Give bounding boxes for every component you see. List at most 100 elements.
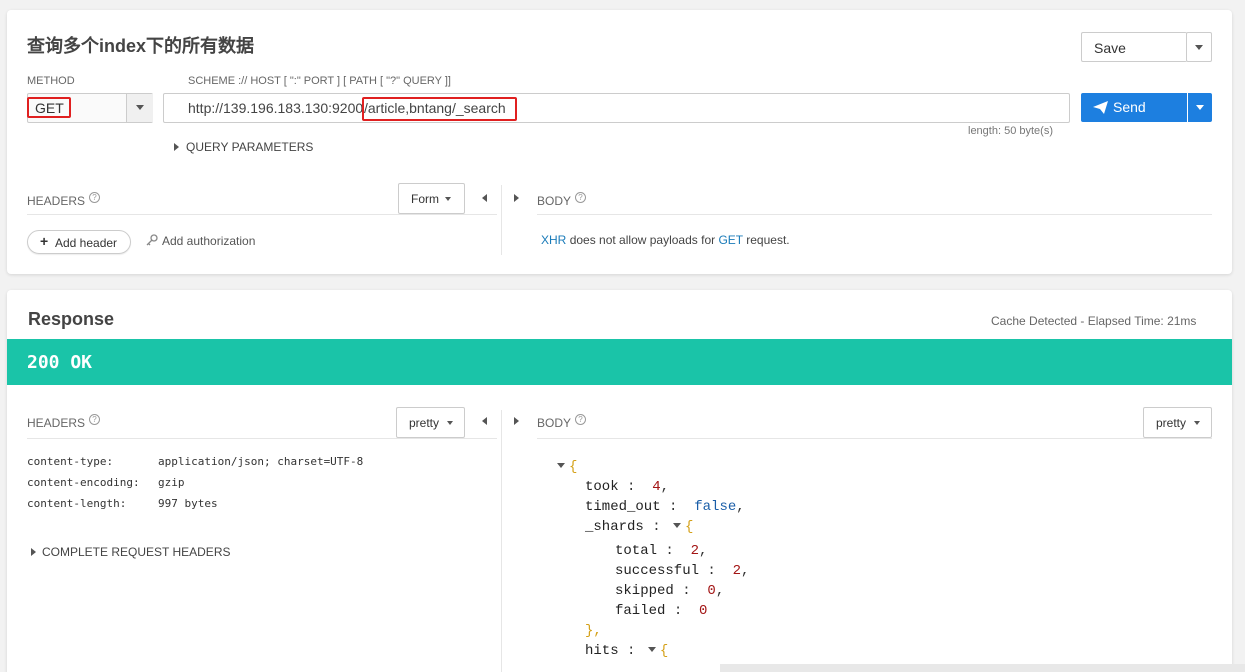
headers-divider — [27, 438, 497, 439]
json-key: successful — [615, 563, 700, 579]
query-parameters-toggle[interactable]: QUERY PARAMETERS — [174, 140, 313, 154]
body-message: XHR does not allow payloads for GET requ… — [541, 233, 790, 247]
method-label: METHOD — [27, 75, 75, 87]
json-line: _shards : { — [585, 519, 694, 535]
body-label-text: BODY — [537, 416, 572, 430]
get-link[interactable]: GET — [718, 233, 742, 247]
response-headers-list: content-type: application/json; charset=U… — [27, 455, 363, 518]
method-select[interactable]: GET — [27, 93, 153, 123]
body-label-text: BODY — [537, 194, 572, 208]
json-line: timed_out : false, — [585, 499, 745, 515]
add-header-label: Add header — [55, 236, 118, 250]
status-text: 200 OK — [27, 352, 93, 373]
send-label: Send — [1113, 99, 1146, 115]
body-message-middle: does not allow payloads for — [569, 233, 716, 247]
scheme-label: SCHEME :// HOST [ ":" PORT ] [ PATH [ "?… — [188, 75, 451, 87]
save-label: Save — [1094, 40, 1126, 56]
header-key: content-type: — [27, 455, 114, 468]
json-value: 4 — [652, 479, 661, 495]
collapse-right-icon[interactable] — [514, 194, 519, 202]
json-brace: { — [659, 643, 669, 659]
request-headers-label: HEADERS? — [27, 192, 101, 208]
collapse-toggle-icon[interactable] — [673, 523, 682, 528]
help-icon: ? — [575, 192, 587, 203]
request-panel: 查询多个index下的所有数据 Save METHOD SCHEME :// H… — [7, 10, 1232, 274]
json-line: total : 2, — [615, 543, 708, 559]
complete-headers-label: COMPLETE REQUEST HEADERS — [42, 545, 231, 559]
json-key: hits — [585, 643, 619, 659]
json-key: skipped — [615, 583, 674, 599]
header-row: content-encoding: gzip — [27, 476, 363, 497]
json-line: skipped : 0, — [615, 583, 725, 599]
panel-vertical-divider — [501, 410, 502, 672]
headers-pretty-select[interactable]: pretty — [396, 407, 465, 438]
headers-form-select[interactable]: Form — [398, 183, 465, 214]
send-button[interactable]: Send — [1081, 93, 1187, 122]
save-dropdown-button[interactable] — [1186, 32, 1212, 62]
json-viewer: { took : 4, timed_out : false, _shards :… — [557, 457, 1207, 661]
collapse-right-icon[interactable] — [514, 417, 519, 425]
expand-icon — [174, 143, 179, 151]
body-divider — [537, 214, 1212, 215]
status-bar: 200 OK — [7, 339, 1232, 385]
url-input[interactable]: http://139.196.183.130:9200 /article,bnt… — [163, 93, 1070, 123]
collapse-left-icon[interactable] — [482, 194, 487, 202]
body-pretty-select[interactable]: pretty — [1143, 407, 1212, 438]
json-line: took : 4, — [585, 479, 670, 495]
xhr-link[interactable]: XHR — [541, 233, 566, 247]
header-key: content-length: — [27, 497, 127, 510]
header-value: 997 bytes — [158, 497, 218, 510]
collapse-left-icon[interactable] — [482, 417, 487, 425]
pretty-label: pretty — [409, 416, 440, 430]
json-brace: { — [569, 459, 578, 475]
complete-request-headers-toggle[interactable]: COMPLETE REQUEST HEADERS — [31, 545, 230, 559]
method-caret-area — [126, 94, 153, 122]
json-line: successful : 2, — [615, 563, 750, 579]
collapse-toggle-icon[interactable] — [647, 647, 656, 652]
json-key: took — [585, 479, 619, 495]
save-button[interactable]: Save — [1081, 32, 1187, 62]
request-title: 查询多个index下的所有数据 — [27, 36, 255, 56]
json-key: timed_out — [585, 499, 661, 515]
expand-icon — [31, 548, 36, 556]
response-headers-label: HEADERS? — [27, 414, 101, 430]
add-authorization-link[interactable]: Add authorization — [146, 234, 255, 248]
header-key: content-encoding: — [27, 476, 140, 489]
json-key: failed — [615, 603, 666, 619]
response-panel: Response Cache Detected - Elapsed Time: … — [7, 290, 1232, 672]
help-icon: ? — [575, 414, 587, 425]
help-icon: ? — [89, 414, 101, 425]
chevron-down-icon — [1194, 421, 1200, 425]
response-body-label: BODY? — [537, 414, 587, 430]
url-length: length: 50 byte(s) — [968, 125, 1053, 137]
horizontal-scrollbar[interactable] — [720, 664, 1245, 672]
chevron-down-icon — [447, 421, 453, 425]
json-value: 0 — [707, 583, 716, 599]
chevron-down-icon — [136, 105, 144, 110]
json-line: }, — [557, 621, 1207, 641]
json-brace: { — [685, 519, 694, 535]
add-authorization-label: Add authorization — [162, 234, 256, 248]
body-message-end: request. — [746, 233, 790, 247]
header-row: content-length: 997 bytes — [27, 497, 363, 518]
panel-vertical-divider — [501, 185, 502, 255]
help-icon: ? — [89, 192, 101, 203]
json-key: total — [615, 543, 658, 559]
json-value: 0 — [699, 603, 708, 619]
request-body-label: BODY? — [537, 192, 587, 208]
collapse-toggle-icon[interactable] — [557, 463, 565, 468]
header-value: application/json; charset=UTF-8 — [158, 455, 364, 468]
plus-icon: + — [40, 233, 49, 249]
json-line: failed : 0 — [615, 603, 708, 619]
url-path: /article,bntang/_search — [364, 100, 506, 116]
json-key: _shards — [585, 519, 644, 535]
json-value: 2 — [690, 543, 700, 559]
json-brace: }, — [585, 623, 602, 639]
header-row: content-type: application/json; charset=U… — [27, 455, 363, 476]
query-parameters-label: QUERY PARAMETERS — [186, 140, 314, 154]
send-icon — [1093, 101, 1108, 114]
pretty-label: pretty — [1156, 416, 1187, 430]
add-header-button[interactable]: + Add header — [27, 230, 131, 254]
headers-label-text: HEADERS — [27, 416, 86, 430]
send-dropdown-button[interactable] — [1188, 93, 1212, 122]
